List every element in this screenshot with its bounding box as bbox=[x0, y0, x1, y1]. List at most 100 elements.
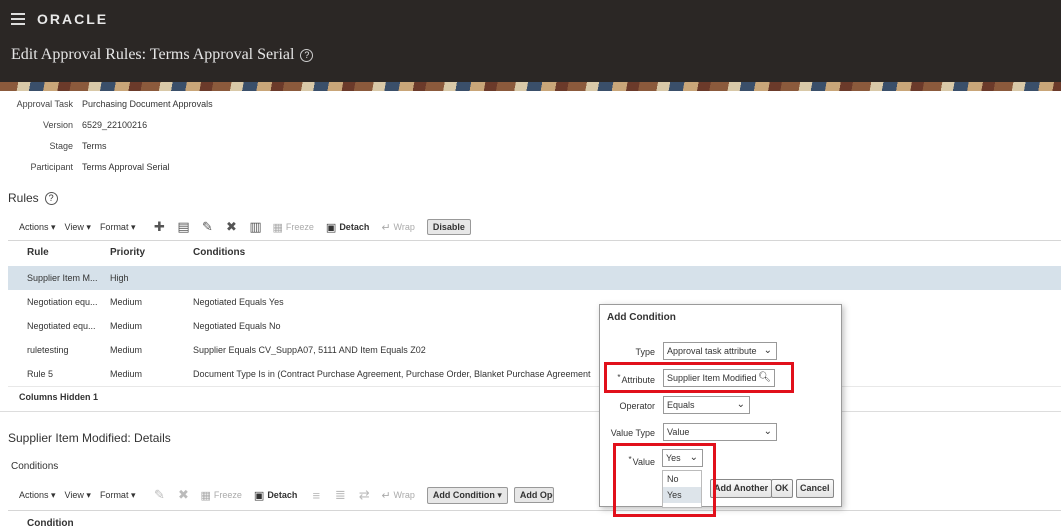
table-header-divider bbox=[8, 510, 1061, 511]
rule-cell: Rule 5 bbox=[27, 369, 54, 379]
table-row[interactable]: Rule 5 Medium Document Type Is in (Contr… bbox=[8, 362, 1061, 386]
conditions-cell: Supplier Equals CV_SuppA07, 5111 AND Ite… bbox=[193, 345, 426, 355]
move-icon[interactable]: ⇄ bbox=[357, 487, 371, 502]
summary-approval-task: Approval Task Purchasing Document Approva… bbox=[0, 99, 213, 109]
freeze-label: Freeze bbox=[213, 490, 242, 500]
conditions-cell: Negotiated Equals Yes bbox=[193, 297, 284, 307]
query-by-example-icon[interactable]: ▥ bbox=[248, 219, 262, 234]
summary-value: Terms bbox=[82, 141, 107, 151]
add-condition-label: Add Condition bbox=[432, 489, 495, 500]
summary-participant: Participant Terms Approval Serial bbox=[0, 162, 169, 172]
details-heading: Supplier Item Modified: Details bbox=[8, 431, 171, 445]
type-label: Type bbox=[635, 347, 655, 357]
operator-value: Equals bbox=[667, 400, 695, 410]
freeze-button[interactable]: ▦ Freeze bbox=[272, 221, 313, 234]
outdent-icon[interactable]: ≣ bbox=[333, 487, 347, 502]
top-bar: ORACLE Edit Approval Rules: Terms Approv… bbox=[0, 0, 1061, 82]
edit-icon[interactable]: ✎ bbox=[152, 487, 166, 502]
column-header-conditions[interactable]: Conditions bbox=[193, 247, 245, 258]
add-operator-button[interactable]: Add Ope bbox=[513, 487, 554, 503]
columns-hidden-count: 1 bbox=[93, 392, 99, 402]
conditions-cell: Document Type Is in (Contract Purchase A… bbox=[193, 369, 591, 379]
page-title-text: Edit Approval Rules: Terms Approval Seri… bbox=[11, 46, 295, 63]
column-header-rule[interactable]: Rule bbox=[27, 247, 49, 258]
format-menu[interactable]: Format bbox=[100, 222, 136, 233]
detach-label: Detach bbox=[339, 222, 370, 232]
conditions-cell: Negotiated Equals No bbox=[193, 321, 281, 331]
add-condition-button[interactable]: Add Condition ▾ bbox=[426, 486, 508, 504]
freeze-label: Freeze bbox=[285, 222, 314, 232]
detach-button[interactable]: ▣ Detach bbox=[254, 489, 297, 502]
rules-toolbar: Actions View Format ✚ ▤ ✎ ✖ ▥ ▦Freeze ▣D… bbox=[19, 217, 477, 237]
wrap-icon: ↵ bbox=[381, 221, 391, 234]
summary-label: Stage bbox=[49, 141, 73, 151]
table-row[interactable]: Negotiation equ... Medium Negotiated Equ… bbox=[8, 290, 1061, 314]
wrap-button[interactable]: ↵ Wrap bbox=[381, 489, 415, 502]
chevron-down-icon: ⌄ bbox=[763, 426, 772, 437]
ok-button[interactable]: OK bbox=[771, 479, 793, 498]
summary-value: Purchasing Document Approvals bbox=[82, 99, 213, 109]
summary-version: Version 6529_22100216 bbox=[0, 120, 147, 130]
rule-cell: ruletesting bbox=[27, 345, 69, 355]
conditions-subheading: Conditions bbox=[11, 461, 59, 472]
add-another-button[interactable]: Add Another bbox=[710, 479, 773, 498]
priority-cell: Medium bbox=[110, 345, 143, 355]
freeze-icon: ▦ bbox=[200, 489, 211, 502]
delete-icon[interactable]: ✖ bbox=[176, 487, 190, 502]
column-header-priority[interactable]: Priority bbox=[110, 247, 145, 258]
table-header-divider bbox=[8, 240, 1061, 241]
view-menu[interactable]: View bbox=[65, 490, 91, 501]
duplicate-icon[interactable]: ▤ bbox=[176, 219, 190, 234]
help-icon[interactable]: ? bbox=[44, 192, 58, 205]
decorative-banner bbox=[0, 82, 1061, 91]
page-title: Edit Approval Rules: Terms Approval Seri… bbox=[11, 46, 314, 64]
summary-value: 6529_22100216 bbox=[82, 120, 148, 130]
priority-cell: Medium bbox=[110, 369, 143, 379]
help-icon[interactable]: ? bbox=[300, 49, 314, 62]
table-row[interactable]: Negotiated equ... Medium Negotiated Equa… bbox=[8, 314, 1061, 338]
detach-button[interactable]: ▣ Detach bbox=[326, 221, 369, 234]
rules-title: Rules bbox=[8, 191, 39, 205]
chevron-down-icon: ⌄ bbox=[763, 345, 772, 356]
actions-menu[interactable]: Actions bbox=[19, 490, 56, 501]
detach-icon: ▣ bbox=[253, 489, 265, 502]
chevron-down-icon: ⌄ bbox=[736, 399, 745, 410]
value-highlight-box bbox=[613, 443, 716, 517]
add-icon[interactable]: ✚ bbox=[152, 219, 166, 234]
summary-label: Participant bbox=[30, 162, 73, 172]
table-row[interactable]: ruletesting Medium Supplier Equals CV_Su… bbox=[8, 338, 1061, 362]
rule-cell: Negotiated equ... bbox=[27, 321, 96, 331]
format-menu[interactable]: Format bbox=[100, 490, 136, 501]
columns-hidden-label: Columns Hidden bbox=[19, 392, 91, 402]
priority-cell: High bbox=[110, 273, 129, 283]
rules-heading: Rules? bbox=[8, 191, 58, 205]
attribute-highlight-box bbox=[604, 362, 794, 393]
disable-button[interactable]: Disable bbox=[426, 219, 471, 235]
edit-icon[interactable]: ✎ bbox=[200, 219, 214, 234]
hamburger-menu-icon[interactable] bbox=[11, 13, 25, 25]
cancel-button[interactable]: Cancel bbox=[796, 479, 834, 498]
section-divider bbox=[0, 411, 1061, 412]
table-row[interactable]: Supplier Item M... High bbox=[8, 266, 1061, 290]
column-header-condition[interactable]: Condition bbox=[27, 518, 74, 529]
wrap-label: Wrap bbox=[393, 222, 415, 232]
table-divider bbox=[8, 386, 1061, 387]
actions-menu[interactable]: Actions bbox=[19, 222, 56, 233]
value-type-select[interactable]: Value ⌄ bbox=[663, 423, 777, 441]
priority-cell: Medium bbox=[110, 297, 143, 307]
detach-label: Detach bbox=[267, 490, 298, 500]
type-value: Approval task attribute bbox=[667, 346, 757, 356]
freeze-icon: ▦ bbox=[272, 221, 283, 234]
summary-stage: Stage Terms bbox=[0, 141, 106, 151]
delete-icon[interactable]: ✖ bbox=[224, 219, 238, 234]
view-menu[interactable]: View bbox=[65, 222, 91, 233]
freeze-button[interactable]: ▦ Freeze bbox=[200, 489, 241, 502]
value-type-label: Value Type bbox=[610, 428, 655, 438]
detach-icon: ▣ bbox=[325, 221, 337, 234]
operator-select[interactable]: Equals ⌄ bbox=[663, 396, 750, 414]
dialog-title: Add Condition bbox=[607, 312, 676, 323]
type-select[interactable]: Approval task attribute ⌄ bbox=[663, 342, 777, 360]
rule-cell: Negotiation equ... bbox=[27, 297, 98, 307]
indent-icon[interactable]: ≡ bbox=[309, 488, 323, 503]
wrap-button[interactable]: ↵ Wrap bbox=[381, 221, 415, 234]
